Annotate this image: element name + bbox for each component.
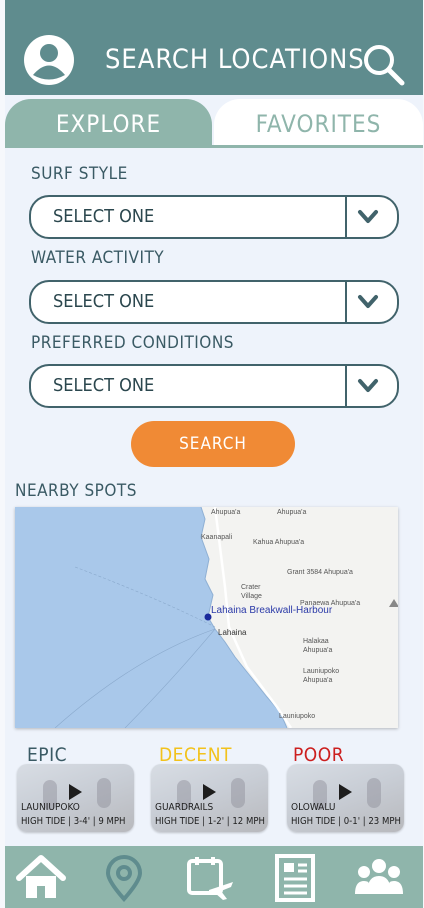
- preferred-conditions-select[interactable]: SELECT ONE: [29, 364, 399, 408]
- community-icon[interactable]: [353, 854, 405, 902]
- play-icon[interactable]: [69, 784, 82, 800]
- map-place-label: Launiupoko: [279, 713, 316, 720]
- select-divider: [345, 282, 347, 322]
- water-activity-label: WATER ACTIVITY: [31, 248, 165, 268]
- spot-name: OLOWALU: [291, 802, 336, 813]
- surfer-figure: [367, 778, 381, 808]
- map-place-label: Kaanapali: [201, 534, 233, 541]
- surfer-figure: [231, 778, 245, 808]
- location-pin-icon[interactable]: [98, 854, 150, 902]
- select-divider: [345, 366, 347, 406]
- nearby-map[interactable]: Kaanapali Kahua Ahupua'a Ahupua'a Crater…: [15, 507, 398, 728]
- chevron-down-icon[interactable]: [357, 292, 379, 312]
- rating-label-decent: DECENT: [159, 744, 232, 766]
- spot-name: LAUNIUPOKO: [21, 802, 80, 813]
- spot-card-guardrails[interactable]: GUARDRAILS HIGH TIDE | 1-2' | 12 MPH: [151, 764, 268, 832]
- spot-card-olowalu[interactable]: OLOWALU HIGH TIDE | 0-1' | 23 MPH: [287, 764, 404, 832]
- rating-label-epic: EPIC: [27, 744, 68, 766]
- map-place-label: Launiupoko Ahupua'a: [303, 668, 340, 684]
- map-place-label: Lahaina: [218, 628, 247, 637]
- app-screen: SEARCH LOCATIONS EXPLORE FAVORITES SURF …: [5, 0, 423, 908]
- spot-conditions: HIGH TIDE | 3-4' | 9 MPH: [21, 816, 126, 827]
- tab-favorites[interactable]: FAVORITES: [214, 99, 423, 147]
- spot-conditions: HIGH TIDE | 0-1' | 23 MPH: [291, 816, 401, 827]
- play-icon[interactable]: [203, 784, 216, 800]
- search-icon[interactable]: [361, 42, 405, 86]
- map-place-label: Ahupua'a: [277, 509, 307, 516]
- search-button[interactable]: SEARCH: [131, 421, 295, 467]
- tab-explore[interactable]: EXPLORE: [5, 99, 212, 147]
- map-place-label: Halakaa Ahupua'a: [303, 638, 333, 654]
- play-icon[interactable]: [339, 784, 352, 800]
- spot-name: GUARDRAILS: [155, 802, 214, 813]
- water-activity-value: SELECT ONE: [53, 291, 155, 312]
- bottom-nav: [5, 846, 423, 908]
- chevron-down-icon[interactable]: [357, 376, 379, 396]
- water-activity-select[interactable]: SELECT ONE: [29, 280, 399, 324]
- page-title: SEARCH LOCATIONS: [105, 44, 365, 75]
- chevron-down-icon[interactable]: [357, 207, 379, 227]
- rating-label-poor: POOR: [293, 744, 345, 766]
- spot-conditions: HIGH TIDE | 1-2' | 12 MPH: [155, 816, 265, 827]
- map-place-label: Ahupua'a: [211, 509, 241, 516]
- select-divider: [345, 197, 347, 237]
- spot-card-launiupoko[interactable]: LAUNIUPOKO HIGH TIDE | 3-4' | 9 MPH: [17, 764, 134, 832]
- preferred-conditions-label: PREFERRED CONDITIONS: [31, 333, 234, 353]
- travel-calendar-icon[interactable]: [185, 854, 237, 902]
- map-place-label: Grant 3584 Ahupua'a: [287, 569, 353, 576]
- surf-style-value: SELECT ONE: [53, 206, 155, 227]
- map-marker-label[interactable]: Lahaina Breakwall-Harbour: [211, 605, 332, 616]
- surf-style-label: SURF STYLE: [31, 164, 128, 184]
- app-header: SEARCH LOCATIONS: [5, 0, 423, 95]
- map-place-label: Crater Village: [241, 584, 262, 600]
- home-icon[interactable]: [15, 854, 67, 902]
- nearby-spots-heading: NEARBY SPOTS: [15, 481, 137, 501]
- surfer-figure: [97, 778, 111, 808]
- news-icon[interactable]: [269, 854, 321, 902]
- preferred-conditions-value: SELECT ONE: [53, 375, 155, 396]
- map-place-label: Kahua Ahupua'a: [253, 539, 305, 546]
- surf-style-select[interactable]: SELECT ONE: [29, 195, 399, 239]
- user-avatar-icon[interactable]: [23, 34, 75, 86]
- tab-underline: [5, 145, 423, 148]
